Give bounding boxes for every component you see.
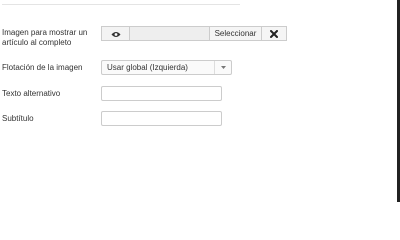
preview-button[interactable] [101, 26, 129, 41]
alt-text-field-label: Texto alternativo [2, 89, 61, 98]
caption-input[interactable] [101, 111, 222, 126]
select-image-button[interactable]: Seleccionar [209, 26, 261, 41]
caret-down-icon [214, 61, 231, 74]
eye-icon [111, 25, 121, 43]
alt-text-input[interactable] [101, 86, 222, 101]
float-field-label: Flotación de la imagen [2, 63, 83, 72]
clear-image-button[interactable] [261, 26, 287, 41]
close-x-icon [270, 25, 278, 43]
image-path-field [129, 26, 209, 41]
section-divider [2, 4, 240, 5]
image-media-group: Seleccionar [101, 26, 291, 41]
caption-field-label: Subtítulo [2, 114, 34, 123]
float-select-value: Usar global (Izquierda) [107, 63, 188, 72]
image-field-label: Imagen para mostrar un artículo al compl… [2, 28, 88, 47]
float-select[interactable]: Usar global (Izquierda) [101, 60, 232, 75]
